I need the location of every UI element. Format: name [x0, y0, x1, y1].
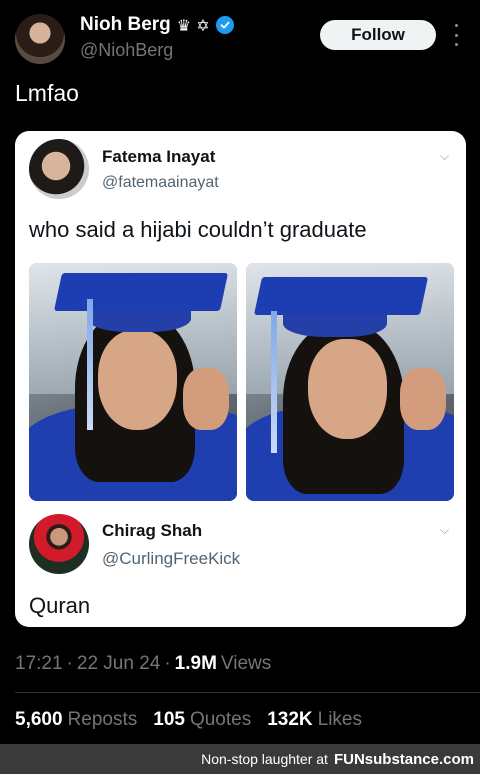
- quoted-author-name[interactable]: Fatema Inayat: [102, 147, 215, 167]
- watermark-brand: FUNsubstance.com: [333, 750, 474, 768]
- crown-star-icon: ♛ ✡: [176, 15, 210, 35]
- quoted-author-avatar[interactable]: [29, 139, 89, 199]
- follow-button[interactable]: Follow: [320, 20, 436, 50]
- views-label: Views: [220, 653, 272, 674]
- tweet-text: Lmfao: [15, 80, 79, 106]
- likes-count: 132K: [267, 709, 313, 730]
- divider: [15, 692, 480, 693]
- reply-author-handle[interactable]: @CurlingFreeKick: [102, 549, 240, 569]
- reposts-count: 5,600: [15, 709, 63, 730]
- meta-separator: ·: [164, 653, 171, 674]
- verified-badge-icon: [215, 16, 234, 34]
- quoted-tweet-text: who said a hijabi couldn’t graduate: [29, 217, 367, 242]
- watermark-bar: Non-stop laughter at FUNsubstance.com: [0, 744, 480, 774]
- quotes-stat[interactable]: 105 Quotes: [153, 709, 251, 731]
- reply-author-name[interactable]: Chirag Shah: [102, 521, 202, 541]
- engagement-stats: 5,600 Reposts 105 Quotes 132K Likes: [15, 709, 362, 731]
- quoted-author-handle[interactable]: @fatemaainayat: [102, 174, 219, 192]
- reply-author-avatar[interactable]: [29, 514, 89, 574]
- tweet-header: Nioh Berg ♛ ✡ @NiohBerg Follow: [0, 0, 480, 80]
- quoted-tweet-card[interactable]: Fatema Inayat @fatemaainayat ⌵ who said …: [15, 131, 466, 627]
- quotes-count: 105: [153, 709, 185, 730]
- tweet-time[interactable]: 17:21: [15, 653, 63, 675]
- more-options-icon[interactable]: [448, 24, 464, 46]
- tweet-date[interactable]: 22 Jun 24: [77, 653, 160, 675]
- reposts-stat[interactable]: 5,600 Reposts: [15, 709, 137, 731]
- quotes-label: Quotes: [189, 709, 252, 730]
- meta-separator: ·: [66, 653, 73, 674]
- watermark-text: Non-stop laughter at: [201, 751, 328, 767]
- likes-label: Likes: [317, 709, 362, 730]
- author-handle[interactable]: @NiohBerg: [80, 40, 173, 61]
- likes-stat[interactable]: 132K Likes: [267, 709, 362, 731]
- graduation-photo-left[interactable]: [29, 263, 237, 501]
- reply-text: Quran: [29, 593, 91, 618]
- reposts-label: Reposts: [67, 709, 138, 730]
- graduation-photo-right[interactable]: [246, 263, 454, 501]
- author-display-name[interactable]: Nioh Berg: [80, 14, 171, 36]
- author-avatar[interactable]: [15, 14, 65, 64]
- tweet-meta: 17:21 · 22 Jun 24 · 1.9M Views: [15, 653, 271, 675]
- chevron-down-icon[interactable]: ⌵: [440, 523, 449, 538]
- chevron-down-icon[interactable]: ⌵: [440, 149, 449, 164]
- views-count: 1.9M: [174, 653, 217, 674]
- author-name-row: Nioh Berg ♛ ✡: [80, 14, 234, 36]
